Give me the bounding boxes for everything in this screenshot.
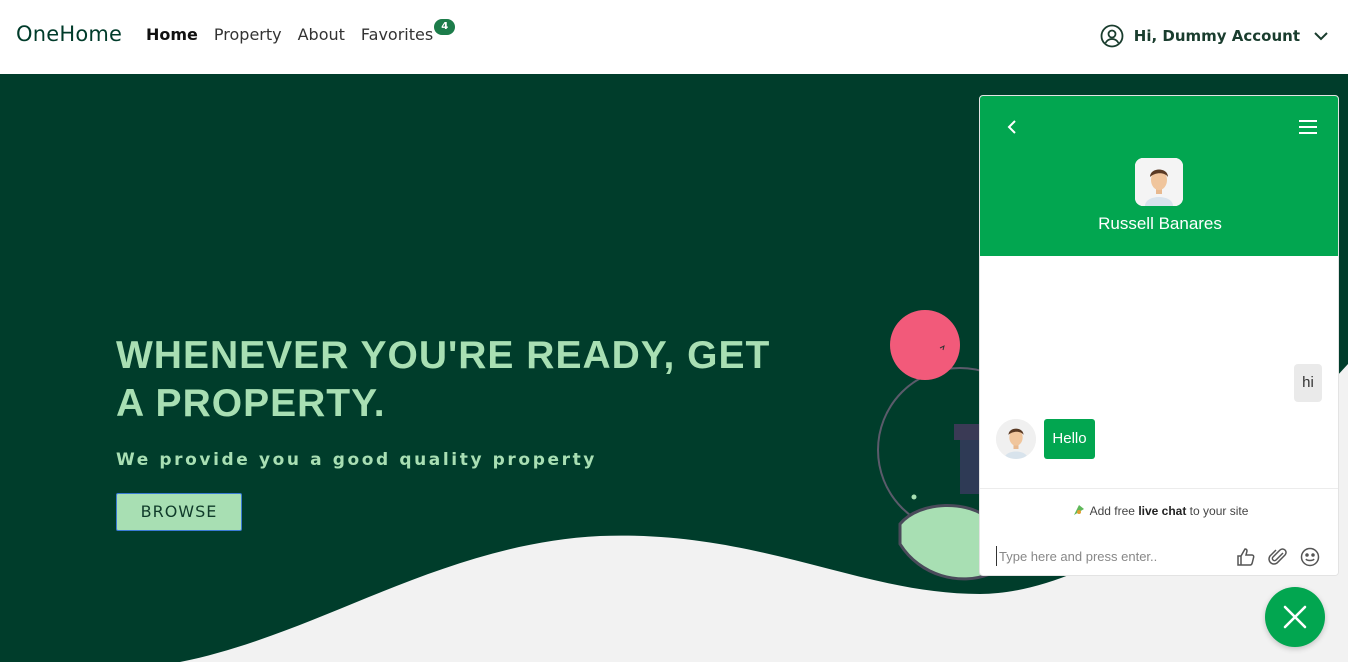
outgoing-message: hi [1294,364,1322,402]
powered-prefix: Add free [1089,504,1139,518]
back-arrow-icon[interactable] [1004,118,1020,136]
hero-title: WHENEVER YOU'RE READY, GET A PROPERTY. [116,332,856,428]
close-icon [1283,605,1307,629]
thumbs-up-icon[interactable] [1236,547,1256,567]
nav-link-property[interactable]: Property [214,25,282,44]
nav-link-favorites[interactable]: Favorites 4 [360,19,456,44]
navbar: OneHome Home Property About Favorites 4 … [0,0,1348,74]
nav-link-home[interactable]: Home [146,25,198,44]
powered-by-link[interactable]: Add free live chat to your site [980,503,1338,518]
chat-widget: Russell Banares hi Hello Add free live c… [979,95,1339,576]
browse-button[interactable]: BROWSE [116,493,242,531]
hero-title-line1: WHENEVER YOU'RE READY, GET [116,334,771,377]
user-menu[interactable]: Hi, Dummy Account [1100,24,1330,48]
user-greeting: Hi, Dummy Account [1133,27,1300,45]
user-circle-icon [1100,24,1124,48]
hero-subtitle: We provide you a good quality property [116,450,597,470]
chat-footer: Add free live chat to your site [980,488,1338,575]
chat-header: Russell Banares [980,96,1338,256]
favorites-count-badge: 4 [434,19,456,35]
emoji-icon[interactable] [1300,547,1320,567]
paperclip-icon[interactable] [1268,547,1288,567]
nav-link-about[interactable]: About [298,25,345,44]
chevron-down-icon [1314,32,1328,41]
incoming-message: Hello [1044,419,1095,459]
hamburger-menu-icon[interactable] [1298,118,1318,136]
chat-close-button[interactable] [1265,587,1325,647]
agent-avatar [1135,158,1183,206]
agent-name: Russell Banares [1098,214,1222,233]
hero-title-line2: A PROPERTY. [116,382,386,425]
agent-person-icon [996,419,1036,459]
chat-message-input[interactable] [996,546,1226,566]
powered-suffix: to your site [1186,504,1249,518]
brand-logo[interactable]: OneHome [16,22,122,46]
powered-bold: live chat [1138,504,1187,518]
nav-link-favorites-label: Favorites [360,25,434,44]
chat-footer-actions [1236,547,1320,567]
agent-person-icon [1135,158,1183,206]
tidio-logo-icon [1073,505,1084,515]
nav-links: Home Property About Favorites 4 [146,19,456,44]
message-agent-avatar [996,419,1036,459]
